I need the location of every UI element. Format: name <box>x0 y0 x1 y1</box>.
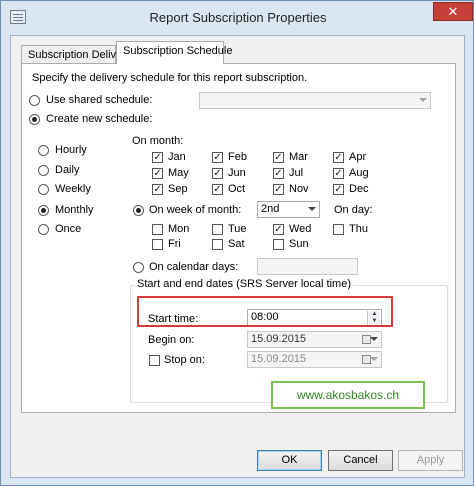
title-bar: Report Subscription Properties ✕ <box>1 1 473 35</box>
day-thu-checkbox[interactable] <box>333 224 344 235</box>
month-feb-label: Feb <box>228 151 247 163</box>
frequency-weekly-radio[interactable] <box>38 184 49 195</box>
month-jun-checkbox[interactable]: ✓ <box>212 168 223 179</box>
day-sat-checkbox[interactable] <box>212 239 223 250</box>
week-of-month-select[interactable]: 2nd <box>257 201 320 218</box>
month-jun-label: Jun <box>228 167 246 179</box>
frequency-daily-radio[interactable] <box>38 165 49 176</box>
month-jan-checkbox[interactable]: ✓ <box>152 152 163 163</box>
frequency-weekly-label: Weekly <box>55 183 91 195</box>
day-mon-checkbox[interactable] <box>152 224 163 235</box>
week-of-month-value: 2nd <box>261 203 280 215</box>
month-oct-checkbox[interactable]: ✓ <box>212 184 223 195</box>
day-sat-label: Sat <box>228 238 245 250</box>
month-feb-checkbox[interactable]: ✓ <box>212 152 223 163</box>
use-shared-schedule-radio[interactable] <box>29 95 40 106</box>
begin-on-date-picker[interactable]: 15.09.2015 <box>247 331 382 348</box>
frequency-once-radio[interactable] <box>38 224 49 235</box>
day-fri-label: Fri <box>168 238 181 250</box>
begin-on-value: 15.09.2015 <box>251 333 307 345</box>
stop-on-label: Stop on: <box>164 354 205 366</box>
tab-subscription-schedule[interactable]: Subscription Schedule <box>116 41 232 64</box>
month-nov-checkbox[interactable]: ✓ <box>273 184 284 195</box>
month-dec-label: Dec <box>349 183 369 195</box>
month-mar-label: Mar <box>289 151 308 163</box>
shared-schedule-select[interactable] <box>199 92 431 109</box>
close-button[interactable]: ✕ <box>433 2 473 21</box>
month-aug-label: Aug <box>349 167 369 179</box>
window-title: Report Subscription Properties <box>149 10 327 25</box>
chevron-down-icon <box>370 337 378 341</box>
month-may-label: May <box>168 167 189 179</box>
day-sun-label: Sun <box>289 238 309 250</box>
month-jul-checkbox[interactable]: ✓ <box>273 168 284 179</box>
cancel-button[interactable]: Cancel <box>328 450 393 471</box>
month-apr-label: Apr <box>349 151 367 163</box>
month-dec-checkbox[interactable]: ✓ <box>333 184 344 195</box>
frequency-daily-label: Daily <box>55 164 80 176</box>
month-may-checkbox[interactable]: ✓ <box>152 168 163 179</box>
on-calendar-days-radio[interactable] <box>133 262 144 273</box>
day-sun-checkbox[interactable] <box>273 239 284 250</box>
day-tue-checkbox[interactable] <box>212 224 223 235</box>
schedule-intro: Specify the delivery schedule for this r… <box>32 72 308 84</box>
month-apr-checkbox[interactable]: ✓ <box>333 152 344 163</box>
day-wed-label: Wed <box>289 223 312 235</box>
day-wed-checkbox[interactable]: ✓ <box>273 224 284 235</box>
ok-button[interactable]: OK <box>257 450 322 471</box>
month-jul-label: Jul <box>289 167 304 179</box>
begin-on-label: Begin on: <box>148 334 195 346</box>
month-sep-checkbox[interactable]: ✓ <box>152 184 163 195</box>
schedule-tab-panel: Specify the delivery schedule for this r… <box>21 63 456 413</box>
day-tue-label: Tue <box>228 223 247 235</box>
chevron-down-icon <box>308 207 316 211</box>
month-oct-label: Oct <box>228 183 246 195</box>
frequency-monthly-label: Monthly <box>55 204 94 216</box>
watermark-link: www.akosbakos.ch <box>271 381 425 409</box>
frequency-hourly-label: Hourly <box>55 144 87 156</box>
day-mon-label: Mon <box>168 223 190 235</box>
calendar-days-input[interactable] <box>257 258 358 275</box>
month-sep-label: Sep <box>168 183 188 195</box>
on-day-label: On day: <box>334 204 373 216</box>
apply-button[interactable]: Apply <box>398 450 463 471</box>
on-week-of-month-label: On week of month: <box>149 204 242 216</box>
create-new-schedule-radio[interactable] <box>29 114 40 125</box>
tab-subscription-delivery[interactable]: Subscription Delivery <box>21 45 131 63</box>
frequency-monthly-radio[interactable] <box>38 205 49 216</box>
on-month-label: On month: <box>132 135 184 147</box>
stop-on-checkbox[interactable] <box>149 355 160 366</box>
create-new-schedule-label: Create new schedule: <box>46 113 153 125</box>
chevron-down-icon <box>419 98 427 102</box>
start-end-dates-group-label: Start and end dates (SRS Server local ti… <box>135 278 353 290</box>
dialog-client-area: Subscription Delivery Subscription Sched… <box>10 35 465 478</box>
month-mar-checkbox[interactable]: ✓ <box>273 152 284 163</box>
month-aug-checkbox[interactable]: ✓ <box>333 168 344 179</box>
day-fri-checkbox[interactable] <box>152 239 163 250</box>
day-thu-label: Thu <box>349 223 368 235</box>
on-calendar-days-label: On calendar days: <box>149 261 239 273</box>
frequency-hourly-radio[interactable] <box>38 145 49 156</box>
chevron-down-icon <box>370 357 378 361</box>
dialog-window: Report Subscription Properties ✕ Subscri… <box>0 0 474 486</box>
use-shared-schedule-label: Use shared schedule: <box>46 94 153 106</box>
on-week-of-month-radio[interactable] <box>133 205 144 216</box>
frequency-once-label: Once <box>55 223 82 235</box>
month-jan-label: Jan <box>168 151 186 163</box>
start-time-highlight <box>137 296 393 327</box>
month-nov-label: Nov <box>289 183 309 195</box>
stop-on-date-picker[interactable]: 15.09.2015 <box>247 351 382 368</box>
stop-on-value: 15.09.2015 <box>251 353 307 365</box>
